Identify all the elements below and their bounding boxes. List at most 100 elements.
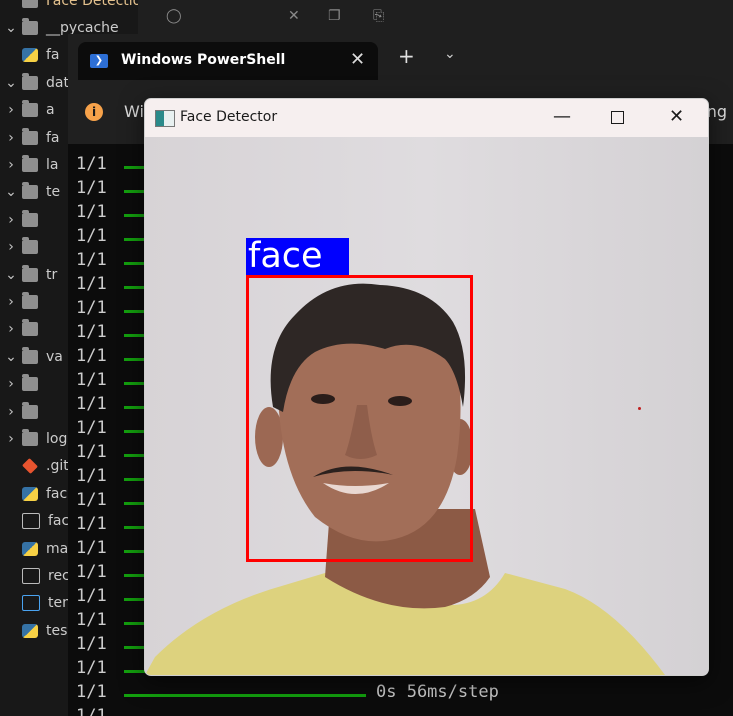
explorer-item-label: te [46,184,61,201]
maximize-button[interactable] [611,111,624,124]
step-counter: 1/1 [76,322,107,342]
folder-icon [22,237,38,255]
file-icon [22,513,40,530]
python-file-icon [22,48,38,63]
folder-icon [22,72,38,90]
info-icon: i [85,103,103,121]
git-icon [22,458,38,475]
chevron-down-icon[interactable]: ⌄ [4,184,18,200]
step-counter: 1/1 [76,586,107,606]
toolbar-paste-icon[interactable]: ⎘ [373,8,384,24]
app-window-icon [155,110,175,127]
step-counter: 1/1 [76,658,107,678]
step-counter: 1/1 [76,370,107,390]
close-button[interactable]: ✕ [669,107,684,127]
folder-icon [22,291,38,309]
file-icon [22,567,40,584]
explorer-item-label: .git [46,458,69,475]
chevron-right-icon[interactable]: › [4,212,18,228]
explorer-item-label: log [46,430,68,447]
chevron-down-icon[interactable]: ⌄ [4,75,18,91]
explorer-item-label: tr [46,266,58,283]
python-file-icon [22,486,38,501]
file-icon [22,595,40,612]
folder-icon [22,319,38,337]
step-counter: 1/1 [76,202,107,222]
face-detector-window: Face Detector — ✕ face [144,98,709,676]
face-bounding-box [246,275,473,562]
explorer-item-label: la [46,156,59,173]
folder-icon [22,428,38,446]
chevron-right-icon[interactable]: › [4,404,18,420]
explorer-item-label: rec [48,567,70,584]
step-counter: 1/1 [76,178,107,198]
explorer-item-label: fa [46,47,60,64]
explorer-item-label: ma [46,540,69,557]
camera-frame: face [145,137,708,675]
explorer-item-label: va [46,348,63,365]
chevron-right-icon[interactable]: › [4,239,18,255]
toolbar-cut-icon[interactable]: ✕ [288,8,300,24]
red-dot [638,407,641,410]
step-counter: 1/1 [76,706,107,716]
chevron-right-icon[interactable]: › [4,321,18,337]
folder-icon [22,346,38,364]
explorer-item[interactable]: Face Detection [0,0,138,14]
powershell-icon: ❯ [90,54,108,68]
step-counter: 1/1 [76,250,107,270]
ps-tab[interactable]: ❯ Windows PowerShell ✕ [78,42,378,80]
chevron-right-icon[interactable]: › [4,431,18,447]
folder-icon [22,100,38,118]
step-counter: 1/1 [76,490,107,510]
step-counter: 1/1 [76,394,107,414]
step-counter: 1/1 [76,442,107,462]
folder-icon [22,182,38,200]
step-counter: 1/1 [76,634,107,654]
step-counter: 1/1 [76,274,107,294]
ide-toolbar: ◯ ✕ ❐ ⎘ [138,0,733,34]
close-tab-icon[interactable]: ✕ [350,49,365,70]
explorer-item-label: fac [48,513,70,530]
explorer-item-label: tes [46,622,68,639]
step-counter: 1/1 [76,346,107,366]
folder-icon [22,154,38,172]
toolbar-copy-icon[interactable]: ❐ [328,8,341,24]
info-text: Wi [124,102,144,121]
ps-tab-bar: ❯ Windows PowerShell ✕ + ⌄ [68,34,733,80]
face-detection-label: face [246,238,349,275]
chevron-down-icon[interactable]: ⌄ [4,20,18,36]
toolbar-circle-icon[interactable]: ◯ [166,8,182,24]
chevron-right-icon[interactable]: › [4,157,18,173]
window-title: Face Detector [180,109,278,125]
python-file-icon [22,541,38,556]
folder-icon [22,127,38,145]
explorer-item-label: fac [46,485,68,502]
folder-icon [22,0,38,8]
new-tab-button[interactable]: + [398,46,415,66]
explorer-item-label: Face Detection [46,0,138,9]
chevron-right-icon[interactable]: › [4,130,18,146]
chevron-down-icon[interactable]: ⌄ [4,267,18,283]
step-counter: 1/1 [76,298,107,318]
progress-bar [124,694,366,697]
explorer-item-label: fa [46,129,60,146]
folder-icon [22,17,38,35]
python-file-icon [22,623,38,638]
step-counter: 1/1 [76,466,107,486]
folder-icon [22,401,38,419]
folder-icon [22,209,38,227]
step-counter: 1/1 [76,562,107,582]
step-counter: 1/1 [76,226,107,246]
folder-icon [22,264,38,282]
step-timing: 0s 56ms/step [376,682,499,702]
minimize-button[interactable]: — [553,107,571,127]
chevron-down-icon[interactable]: ⌄ [4,349,18,365]
chevron-right-icon[interactable]: › [4,294,18,310]
chevron-right-icon[interactable]: › [4,376,18,392]
step-counter: 1/1 [76,682,107,702]
fd-title-bar[interactable]: Face Detector — ✕ [145,99,708,137]
chevron-down-icon[interactable]: ⌄ [444,46,456,62]
chevron-right-icon[interactable]: › [4,102,18,118]
step-counter: 1/1 [76,610,107,630]
explorer-item-label: a [46,102,55,119]
